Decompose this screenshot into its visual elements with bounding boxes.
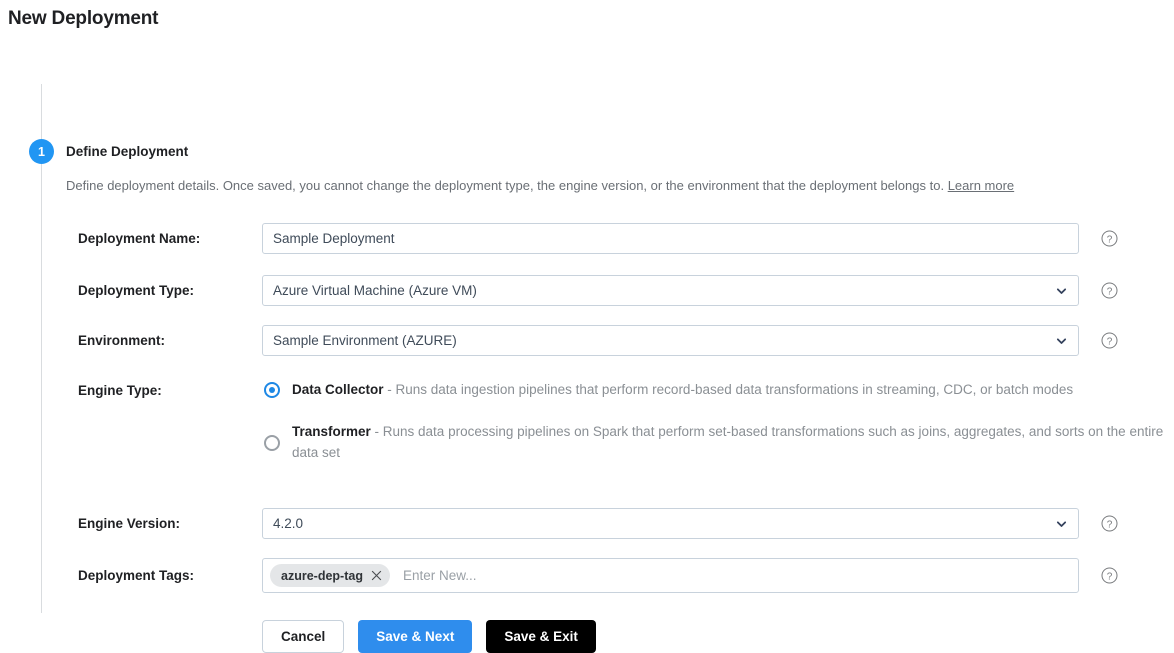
help-icon-engine-version[interactable]: ?	[1101, 515, 1118, 532]
svg-text:?: ?	[1107, 336, 1113, 347]
deployment-name-control: Sample Deployment	[262, 223, 1079, 254]
step-description-text: Define deployment details. Once saved, y…	[66, 178, 945, 193]
help-icon-deployment-type[interactable]: ?	[1101, 282, 1118, 299]
help-icon-deployment-name[interactable]: ?	[1101, 230, 1118, 247]
deployment-type-select[interactable]: Azure Virtual Machine (Azure VM)	[262, 275, 1079, 306]
chevron-down-icon	[1056, 337, 1067, 344]
engine-type-radio-group: Data Collector - Runs data ingestion pip…	[262, 379, 1174, 463]
engine-version-control: 4.2.0	[262, 508, 1079, 539]
step-number-badge: 1	[29, 139, 54, 164]
radio-button-transformer[interactable]	[264, 435, 280, 451]
environment-control: Sample Environment (AZURE)	[262, 325, 1079, 356]
environment-value: Sample Environment (AZURE)	[273, 333, 457, 348]
form-actions: Cancel Save & Next Save & Exit	[262, 620, 596, 653]
radio-name-transformer: Transformer	[292, 424, 371, 439]
deployment-type-control: Azure Virtual Machine (Azure VM)	[262, 275, 1079, 306]
close-icon[interactable]	[371, 570, 382, 581]
tag-placeholder: Enter New...	[402, 568, 477, 583]
radio-button-data-collector[interactable]	[264, 382, 280, 398]
svg-text:?: ?	[1107, 286, 1113, 297]
svg-text:?: ?	[1107, 234, 1113, 245]
radio-name-data-collector: Data Collector	[292, 382, 384, 397]
step-description: Define deployment details. Once saved, y…	[66, 178, 1014, 193]
chevron-down-icon	[1056, 520, 1067, 527]
svg-text:?: ?	[1107, 519, 1113, 530]
deployment-name-input[interactable]: Sample Deployment	[262, 223, 1079, 254]
environment-label: Environment:	[78, 333, 166, 348]
radio-label-data-collector: Data Collector - Runs data ingestion pip…	[292, 379, 1174, 400]
step-section: 1 Define Deployment Define deployment de…	[0, 68, 1174, 653]
tag-chip: azure-dep-tag	[270, 564, 390, 587]
radio-desc-data-collector: - Runs data ingestion pipelines that per…	[383, 382, 1074, 397]
help-icon-environment[interactable]: ?	[1101, 332, 1118, 349]
learn-more-link[interactable]: Learn more	[948, 178, 1014, 193]
cancel-button[interactable]: Cancel	[262, 620, 345, 653]
save-and-exit-button[interactable]: Save & Exit	[486, 620, 596, 653]
page-title: New Deployment	[8, 8, 159, 29]
deployment-tags-input[interactable]: azure-dep-tag Enter New...	[262, 558, 1079, 593]
engine-version-label: Engine Version:	[78, 516, 181, 531]
radio-label-transformer: Transformer - Runs data processing pipel…	[292, 421, 1174, 463]
deployment-name-label: Deployment Name:	[78, 231, 201, 246]
chevron-down-icon	[1056, 287, 1067, 294]
help-icon-deployment-tags[interactable]: ?	[1101, 567, 1118, 584]
engine-type-label: Engine Type:	[78, 383, 162, 398]
radio-desc-transformer: - Runs data processing pipelines on Spar…	[292, 424, 1164, 460]
deployment-type-label: Deployment Type:	[78, 283, 195, 298]
svg-text:?: ?	[1107, 571, 1113, 582]
deployment-tags-label: Deployment Tags:	[78, 568, 195, 583]
radio-option-transformer[interactable]: Transformer - Runs data processing pipel…	[262, 421, 1174, 463]
deployment-tags-control: azure-dep-tag Enter New...	[262, 558, 1079, 593]
engine-version-value: 4.2.0	[273, 516, 304, 531]
deployment-type-value: Azure Virtual Machine (Azure VM)	[273, 283, 477, 298]
save-and-next-button[interactable]: Save & Next	[358, 620, 473, 653]
environment-select[interactable]: Sample Environment (AZURE)	[262, 325, 1079, 356]
tag-chip-label: azure-dep-tag	[281, 568, 363, 583]
step-title: Define Deployment	[66, 144, 189, 159]
radio-option-data-collector[interactable]: Data Collector - Runs data ingestion pip…	[262, 379, 1174, 401]
engine-version-select[interactable]: 4.2.0	[262, 508, 1079, 539]
